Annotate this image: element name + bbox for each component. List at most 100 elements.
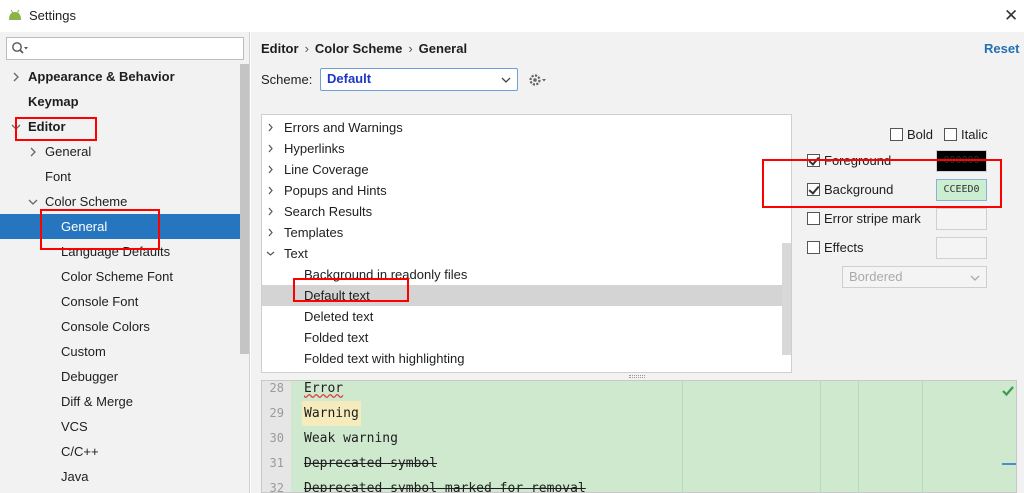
line-number: 32 <box>269 481 284 493</box>
scheme-label: Scheme: <box>261 72 313 87</box>
checkmark-icon <box>1002 386 1014 397</box>
tree-item-label: Line Coverage <box>284 162 369 177</box>
effect-type-value: Bordered <box>849 269 903 284</box>
sidebar-item-diff-merge[interactable]: Diff & Merge <box>0 389 240 414</box>
sidebar-item-label: Console Colors <box>61 319 150 334</box>
sidebar-item-custom[interactable]: Custom <box>0 339 240 364</box>
code-line: 31 Deprecated symbol <box>262 451 1016 476</box>
sidebar-item-font[interactable]: Font <box>0 164 240 189</box>
error-stripe-marker[interactable] <box>1002 463 1016 465</box>
sidebar-item-label: Debugger <box>61 369 119 384</box>
sidebar-item-general[interactable]: General <box>0 139 240 164</box>
tree-item-hyperlinks[interactable]: Hyperlinks <box>262 138 782 159</box>
bold-checkbox[interactable] <box>890 128 903 141</box>
sidebar-item-debugger[interactable]: Debugger <box>0 364 240 389</box>
sidebar-item-label: Color Scheme <box>45 194 128 209</box>
chevron-down-icon <box>501 77 511 83</box>
bold-label: Bold <box>907 127 934 142</box>
tree-item-deleted-text[interactable]: Deleted text <box>262 306 782 327</box>
italic-checkbox[interactable] <box>944 128 957 141</box>
foreground-color-swatch[interactable]: 000000 <box>936 150 987 172</box>
code-text: Deprecated symbol <box>304 456 438 471</box>
sidebar-item-language-defaults[interactable]: Language Defaults <box>0 239 240 264</box>
sidebar-item-vcs[interactable]: VCS <box>0 414 240 439</box>
chevron-down-icon <box>11 124 21 130</box>
tree-item-text[interactable]: Text <box>262 243 782 264</box>
sidebar-item-label: Appearance & Behavior <box>28 69 175 84</box>
tree-item-label: Search Results <box>284 204 373 219</box>
foreground-checkbox[interactable] <box>807 154 820 167</box>
effects-label: Effects <box>824 240 864 255</box>
sidebar-item-console-colors[interactable]: Console Colors <box>0 314 240 339</box>
tree-item-folded-text-highlighting[interactable]: Folded text with highlighting <box>262 348 782 369</box>
tree-item-search-results[interactable]: Search Results <box>262 201 782 222</box>
tree-item-label: Deleted text <box>304 309 374 324</box>
chevron-right-icon <box>268 165 273 174</box>
code-line: 30 Weak warning <box>262 426 1016 451</box>
tree-item-default-text[interactable]: Default text <box>262 285 782 306</box>
chevron-right-icon <box>268 228 273 237</box>
sidebar-item-keymap[interactable]: Keymap <box>0 89 240 114</box>
gear-icon[interactable] <box>527 71 547 89</box>
tree-item-popups-hints[interactable]: Popups and Hints <box>262 180 782 201</box>
search-icon <box>12 42 28 54</box>
sidebar-item-label: Font <box>45 169 72 184</box>
close-icon[interactable]: ✕ <box>1004 6 1018 26</box>
scheme-dropdown[interactable]: Default <box>320 68 518 91</box>
background-color-swatch[interactable]: CCEED0 <box>936 179 987 201</box>
line-number: 29 <box>269 406 284 420</box>
sidebar-item-label: Diff & Merge <box>61 394 134 409</box>
sidebar-item-color-scheme-font[interactable]: Color Scheme Font <box>0 264 240 289</box>
effects-color-swatch[interactable] <box>936 237 987 259</box>
sidebar-item-appearance-behavior[interactable]: Appearance & Behavior <box>0 64 240 89</box>
tree-item-folded-text[interactable]: Folded text <box>262 327 782 348</box>
line-number: 28 <box>269 381 284 395</box>
sidebar-item-console-font[interactable]: Console Font <box>0 289 240 314</box>
settings-content: Editor › Color Scheme › General Reset Scheme… <box>251 32 1024 493</box>
breadcrumb-item[interactable]: Editor <box>261 41 299 56</box>
breadcrumb-separator-icon: › <box>304 41 309 56</box>
error-stripe-checkbox[interactable] <box>807 212 820 225</box>
sidebar-item-color-scheme-general[interactable]: General <box>0 214 240 239</box>
breadcrumb-separator-icon: › <box>408 41 413 56</box>
effect-type-dropdown[interactable]: Bordered <box>842 266 987 288</box>
line-number: 30 <box>269 431 284 445</box>
chevron-right-icon <box>268 207 273 216</box>
tree-item-line-coverage[interactable]: Line Coverage <box>262 159 782 180</box>
background-checkbox[interactable] <box>807 183 820 196</box>
sidebar-item-c-cpp[interactable]: C/C++ <box>0 439 240 464</box>
chevron-right-icon <box>268 186 273 195</box>
search-input[interactable] <box>6 37 244 60</box>
sidebar-item-color-scheme[interactable]: Color Scheme <box>0 189 240 214</box>
settings-sidebar: Appearance & Behavior Keymap Editor Gene… <box>0 32 250 493</box>
sidebar-item-java[interactable]: Java <box>0 464 240 489</box>
title-bar: Settings ✕ <box>0 0 1024 32</box>
sidebar-item-label: Custom <box>61 344 106 359</box>
sidebar-item-label: Keymap <box>28 94 79 109</box>
sidebar-item-label: Color Scheme Font <box>61 269 173 284</box>
element-tree-scrollbar[interactable] <box>782 243 791 355</box>
code-line: 29 Warning <box>262 401 1016 426</box>
sidebar-item-label: Language Defaults <box>61 244 171 259</box>
code-text: Warning <box>302 401 361 426</box>
sidebar-scrollbar[interactable] <box>240 64 249 354</box>
tree-item-label: Folded text <box>304 330 369 345</box>
tree-item-background-readonly[interactable]: Background in readonly files <box>262 264 782 285</box>
tree-item-label: Folded text with highlighting <box>304 351 465 366</box>
sidebar-item-editor[interactable]: Editor <box>0 114 240 139</box>
splitter-handle[interactable] <box>629 375 645 378</box>
reset-link[interactable]: Reset <box>984 41 1019 56</box>
tree-item-templates[interactable]: Templates <box>262 222 782 243</box>
chevron-right-icon <box>13 72 19 82</box>
code-preview[interactable]: 28 Error 29 Warning 30 Weak warning 31 D… <box>261 380 1017 493</box>
effects-checkbox[interactable] <box>807 241 820 254</box>
breadcrumb-item[interactable]: Color Scheme <box>315 41 402 56</box>
line-number: 31 <box>269 456 284 470</box>
sidebar-item-label: VCS <box>61 419 88 434</box>
breadcrumb: Editor › Color Scheme › General <box>261 41 467 56</box>
background-label: Background <box>824 182 894 197</box>
tree-item-errors-warnings[interactable]: Errors and Warnings <box>262 117 782 138</box>
error-stripe-color-swatch[interactable] <box>936 208 987 230</box>
error-stripe-label: Error stripe mark <box>824 211 921 226</box>
foreground-label: Foreground <box>824 153 892 168</box>
